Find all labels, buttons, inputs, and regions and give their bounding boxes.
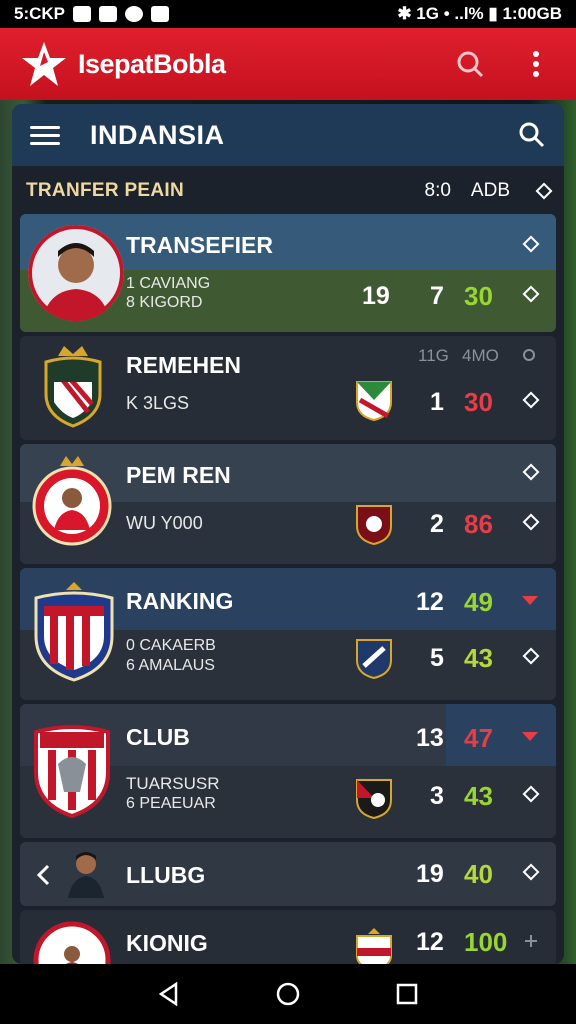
row-num2: 7 [430, 282, 444, 310]
plus-icon[interactable] [524, 934, 538, 948]
club-crest [33, 921, 111, 964]
app-title: IsepatBobla [78, 48, 226, 79]
list-item[interactable]: PEM REN WU Y000 2 86 [20, 444, 556, 564]
player-avatar [28, 225, 124, 321]
player-avatar [68, 852, 104, 898]
list-item[interactable]: TRANSEFIER 1 CAVIANG 8 KIGORD 19 7 30 [20, 214, 556, 332]
row-score: 86 [464, 509, 493, 539]
row-name: REMEHEN [126, 352, 242, 378]
row-score: 43 [464, 643, 493, 673]
notification-icon [73, 6, 92, 22]
row-score1: 47 [464, 723, 493, 753]
gallery-icon [151, 6, 170, 22]
back-icon[interactable] [156, 981, 182, 1007]
row-score: 30 [464, 387, 493, 417]
status-left: 5:CKP [14, 4, 170, 24]
subheader-stat2: ADB [470, 180, 510, 201]
notification-icon [125, 6, 144, 22]
opponent-crest [356, 381, 392, 422]
row-sub1: K 3LGS [126, 393, 190, 413]
notification-icon [99, 6, 118, 22]
overflow-menu-button[interactable] [516, 44, 556, 84]
app-bar: IsepatBobla [0, 28, 576, 100]
row-sub1: TUARSUSR [126, 774, 220, 793]
row-score: 30 [464, 281, 493, 311]
row-score1: 49 [464, 587, 493, 617]
search-button[interactable] [450, 44, 490, 84]
row-name: PEM REN [126, 462, 231, 488]
row-score: 100 [464, 927, 508, 957]
status-right: ✱ 1G • ..l% ▮ 1:00GB [397, 4, 562, 24]
list-item[interactable]: KIONIG 12 100 [20, 910, 556, 964]
list-item[interactable]: RANKING 0 CAKAERB 6 AMALAUS 12 49 5 43 [20, 568, 556, 700]
diamond-icon[interactable] [522, 285, 540, 303]
subheader: TRANFER PEAIN 8:0 ADB [12, 166, 564, 216]
diamond-icon[interactable] [522, 391, 540, 409]
panel-header: INDANSIA [12, 104, 564, 166]
chevron-left-icon[interactable] [36, 864, 50, 886]
subheader-label: TRANFER PEAIN [26, 180, 185, 201]
row-name: LLUBG [126, 862, 206, 888]
diamond-icon[interactable] [522, 785, 540, 803]
chevron-down-icon[interactable] [522, 732, 538, 741]
club-crest [32, 456, 112, 546]
row-num2: 3 [430, 782, 444, 810]
row-sub2: 8 KIGORD [126, 294, 203, 311]
row-num2: 2 [430, 510, 444, 538]
row-name: RANKING [126, 588, 234, 614]
status-right-text: ✱ 1G • ..l% ▮ 1:00GB [397, 4, 562, 23]
panel-title: INDANSIA [90, 119, 225, 150]
opponent-crest [356, 639, 392, 680]
status-time: 5:CKP [14, 4, 66, 23]
row-name: CLUB [126, 724, 190, 750]
row-sub1: 0 CAKAERB [126, 637, 216, 654]
status-bar: 5:CKP ✱ 1G • ..l% ▮ 1:00GB [0, 0, 576, 28]
row-sub2: 6 PEAEUAR [126, 795, 216, 812]
list-item[interactable]: LLUBG 19 40 [20, 842, 556, 906]
home-icon[interactable] [275, 981, 301, 1007]
opponent-crest [356, 779, 392, 820]
row-score: 43 [464, 781, 493, 811]
logo-icon [22, 42, 66, 86]
row-num1: 19 [416, 860, 444, 888]
list-item[interactable]: REMEHEN K 3LGS 11G 4MO 1 30 [20, 336, 556, 440]
club-crest [44, 346, 102, 428]
opponent-crest [356, 928, 392, 964]
recents-icon[interactable] [394, 981, 420, 1007]
club-crest [34, 582, 114, 682]
row-num1: 13 [416, 724, 444, 752]
diamond-icon[interactable] [535, 182, 553, 200]
subheader-stat1: 8:0 [424, 180, 451, 201]
row-sub1: WU Y000 [126, 513, 203, 533]
row-name: KIONIG [126, 930, 208, 956]
diamond-icon[interactable] [522, 513, 540, 531]
row-sub2: 6 AMALAUS [126, 657, 215, 674]
club-crest [34, 725, 110, 819]
row-sub1: 1 CAVIANG [126, 275, 211, 292]
row-num1: 12 [416, 588, 444, 616]
search-icon[interactable] [518, 121, 546, 149]
row-num2: 1 [430, 388, 444, 416]
search-icon [457, 51, 484, 78]
settings-icon[interactable] [522, 348, 536, 362]
row-num1: 19 [362, 282, 390, 310]
row-num2: 5 [430, 644, 444, 672]
system-nav-bar [0, 964, 576, 1024]
opponent-crest [356, 505, 392, 546]
row-num1: 12 [416, 928, 444, 956]
overflow-menu-icon [533, 51, 539, 77]
row-name: TRANSEFIER [126, 232, 273, 258]
row-top1: 11G [418, 346, 449, 365]
highlight-cell [446, 704, 556, 766]
diamond-icon[interactable] [522, 863, 540, 881]
chevron-down-icon[interactable] [522, 596, 538, 605]
row-top2: 4MO [462, 346, 499, 365]
diamond-icon[interactable] [522, 647, 540, 665]
list-item[interactable]: CLUB TUARSUSR 6 PEAEUAR 13 47 3 43 [20, 704, 556, 838]
menu-icon[interactable] [30, 120, 60, 150]
standings-panel: INDANSIA TRANFER PEAIN 8:0 ADB TRANSEFIE… [12, 104, 564, 964]
row-score: 40 [464, 859, 493, 889]
